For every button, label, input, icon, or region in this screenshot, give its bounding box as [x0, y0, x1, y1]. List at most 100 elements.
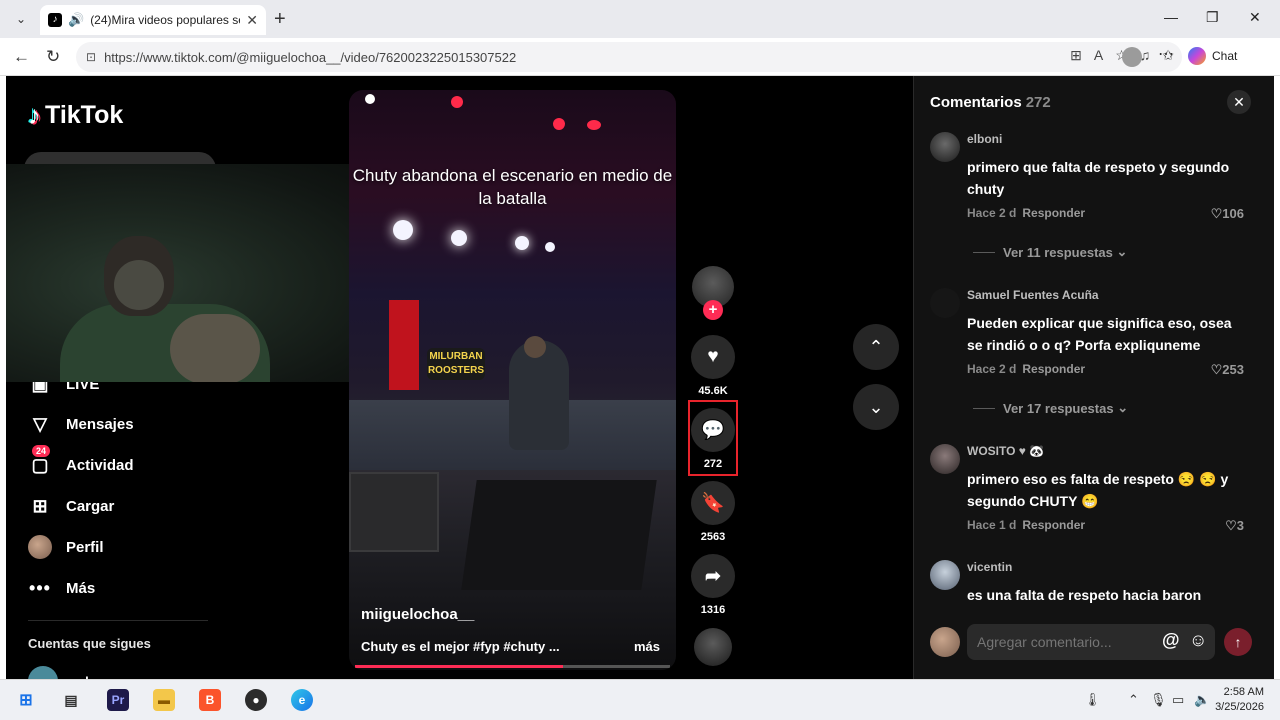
send-arrow-icon[interactable]: ↑ — [1224, 628, 1252, 656]
stage-monitor — [461, 480, 657, 590]
windows-start-icon[interactable]: ⊞ — [15, 689, 37, 711]
view-replies-label: Ver 17 respuestas — [1003, 400, 1114, 416]
video-progress-bar[interactable] — [355, 665, 670, 668]
share-button[interactable]: ➦ 1316 — [690, 554, 736, 616]
reply-link[interactable]: Responder — [1022, 518, 1085, 532]
reply-link[interactable]: Responder — [1022, 206, 1085, 220]
comment-text: es una falta de respeto hacia baron — [967, 587, 1202, 603]
tiktok-note-icon: ♪ — [28, 100, 41, 130]
view-replies-button[interactable]: Ver 11 respuestas ⌄ — [973, 244, 1127, 260]
window-close-icon[interactable]: ✕ — [1249, 9, 1261, 26]
tab-actions-chevron-icon[interactable]: ⌄ — [10, 8, 32, 30]
like-count: 45.6K — [698, 385, 728, 397]
volume-icon[interactable]: 🔈 — [1194, 692, 1210, 708]
mention-at-icon[interactable]: @ — [1162, 630, 1180, 651]
windows-taskbar: ⊞ ▤ Pr ▬ B ● e 🌡 ⌃ 🎙 ▭ 🔈 2:58 AM 3/25/20… — [0, 679, 1280, 720]
site-info-icon[interactable]: ⊡ — [86, 50, 96, 64]
sidebar-item-label: Perfil — [66, 538, 104, 556]
logo-text: TikTok — [45, 101, 124, 129]
comment-item: elboni primero que falta de respeto y se… — [930, 132, 1260, 222]
thermometer-icon[interactable]: 🌡 — [1084, 692, 1101, 708]
premiere-pro-icon[interactable]: Pr — [107, 689, 129, 711]
minimize-icon[interactable]: — — [1164, 9, 1178, 25]
read-aloud-icon[interactable]: A — [1094, 47, 1103, 64]
sidebar-item-perfil[interactable]: Perfil — [28, 535, 104, 559]
comment-text: Pueden explicar que significa eso, osea … — [967, 315, 1232, 353]
comment-username[interactable]: vicentin — [967, 560, 1012, 574]
next-video-chevron-down-icon[interactable]: ⌄ — [853, 384, 899, 430]
comment-like-button[interactable]: ♡253 — [1211, 362, 1244, 378]
apps-icon[interactable]: ⊞ — [1070, 47, 1082, 64]
following-section-title: Cuentas que sigues — [28, 636, 151, 651]
microphone-icon[interactable]: 🎙 — [1150, 692, 1167, 708]
comments-title: Comentarios 272 — [930, 94, 1051, 111]
video-player[interactable]: Chuty abandona el escenario en medio de … — [349, 90, 676, 670]
comment-like-button[interactable]: ♡106 — [1211, 206, 1244, 222]
comment-username[interactable]: elboni — [967, 132, 1002, 146]
restore-icon[interactable]: ❐ — [1206, 9, 1219, 26]
messages-icon: ▽ — [33, 413, 47, 434]
browser-tab-active[interactable]: ♪ 🔊 (24)Mira videos populares sel ✕ — [40, 5, 266, 35]
avatar[interactable] — [930, 560, 960, 590]
previous-video-chevron-up-icon[interactable]: ⌃ — [853, 324, 899, 370]
upload-icon: ⊞ — [32, 495, 48, 516]
view-replies-button[interactable]: Ver 17 respuestas ⌄ — [973, 400, 1128, 416]
tab-close-icon[interactable]: ✕ — [246, 12, 258, 29]
edge-browser-icon[interactable]: e — [291, 689, 313, 711]
refresh-icon[interactable]: ↻ — [46, 47, 60, 67]
back-arrow-icon[interactable]: ← — [13, 47, 30, 67]
stage-light — [587, 120, 601, 130]
tiktok-favicon-icon: ♪ — [48, 13, 62, 27]
description-more-link[interactable]: más — [634, 639, 660, 654]
avatar[interactable] — [930, 444, 960, 474]
save-button[interactable]: 🔖 2563 — [690, 481, 736, 543]
activity-icon: ▢ 24 — [31, 445, 51, 475]
copilot-chat-button[interactable]: Chat — [1188, 47, 1237, 65]
video-username[interactable]: miiguelochoa__ — [361, 606, 474, 623]
comment-like-count: 106 — [1222, 206, 1244, 221]
audio-playing-icon[interactable]: 🔊 — [68, 12, 84, 28]
performer-head — [524, 336, 546, 358]
comment-meta: Hace 2 d Responder — [967, 206, 1085, 220]
stage-light — [365, 94, 375, 104]
comment-username[interactable]: WOSITO ♥ 🐼 — [967, 444, 1044, 458]
new-tab-plus-icon[interactable]: + — [274, 8, 286, 31]
avatar[interactable] — [930, 132, 960, 162]
tiktok-logo[interactable]: ♪ TikTok — [28, 100, 123, 131]
browser-menu-icon[interactable]: ⋯ — [1158, 44, 1174, 64]
emoji-icon[interactable]: ☺ — [1189, 630, 1207, 651]
url-field[interactable]: ⊡ https://www.tiktok.com/@miiguelochoa__… — [76, 42, 1182, 72]
comment-meta: Hace 1 d Responder — [967, 518, 1085, 532]
sidebar-item-actividad[interactable]: ▢ 24 Actividad — [28, 445, 134, 477]
comment-text: primero que falta de respeto y segundo c… — [967, 159, 1230, 197]
comment-like-count: 3 — [1236, 518, 1244, 533]
comment-username[interactable]: Samuel Fuentes Acuña — [967, 288, 1099, 302]
profile-avatar-icon[interactable] — [1122, 47, 1142, 67]
comment-item: vicentin es una falta de respeto hacia b… — [930, 560, 1260, 610]
webcam-person-arm — [170, 314, 260, 382]
obs-icon[interactable]: ● — [245, 689, 267, 711]
replies-line — [973, 407, 995, 409]
avatar[interactable] — [930, 288, 960, 318]
reply-link[interactable]: Responder — [1022, 362, 1085, 376]
sidebar-item-mensajes[interactable]: ▽ Mensajes — [28, 412, 133, 436]
network-icon[interactable]: ▭ — [1172, 692, 1184, 708]
followed-account[interactable]: paloma — [28, 666, 116, 679]
video-progress-fill — [355, 665, 563, 668]
taskbar-clock[interactable]: 2:58 AM 3/25/2026 — [1214, 685, 1264, 715]
sidebar-item-cargar[interactable]: ⊞ Cargar — [28, 494, 114, 518]
comment-text: primero eso es falta de respeto 😒 😒 y se… — [967, 471, 1229, 509]
brave-browser-icon[interactable]: B — [199, 689, 221, 711]
file-explorer-icon[interactable]: ▬ — [153, 689, 175, 711]
comment-time: Hace 2 d — [967, 206, 1017, 220]
music-disc-avatar[interactable] — [694, 628, 732, 666]
like-button[interactable]: ♥ 45.6K — [690, 335, 736, 397]
close-comments-icon[interactable]: ✕ — [1227, 90, 1251, 114]
follow-plus-icon[interactable]: + — [703, 300, 723, 320]
comment-like-button[interactable]: ♡3 — [1225, 518, 1244, 534]
heart-icon: ♥ — [691, 335, 735, 379]
task-view-icon[interactable]: ▤ — [60, 689, 82, 711]
tray-chevron-up-icon[interactable]: ⌃ — [1128, 692, 1139, 708]
sidebar-item-mas[interactable]: ••• Más — [28, 576, 95, 600]
sidebar-divider — [28, 620, 208, 621]
